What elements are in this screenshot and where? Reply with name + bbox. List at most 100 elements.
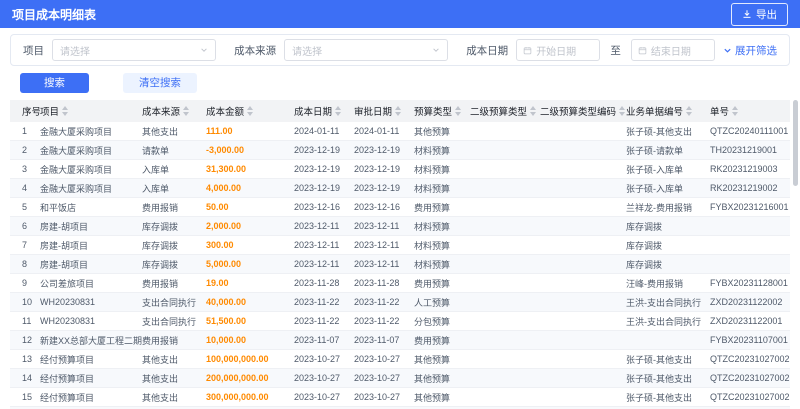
cell: 兰祥龙-费用报销 xyxy=(626,202,692,213)
sort-icon[interactable] xyxy=(619,106,626,116)
sort-icon[interactable] xyxy=(686,106,693,116)
cell: 8 xyxy=(22,259,28,269)
cell: 2023-12-11 xyxy=(294,221,340,231)
search-button[interactable]: 搜索 xyxy=(20,73,89,93)
cost-source-select[interactable]: 请选择 xyxy=(284,39,449,61)
table-row[interactable]: 8 房建-胡项目 库存调拨 5,000.00 2023-12-11 2023-12-11 材… xyxy=(10,255,790,274)
action-bar: 搜索 清空搜索 xyxy=(20,73,800,93)
cell: QTZC20231027002 xyxy=(710,354,790,364)
column-header[interactable]: 序号 xyxy=(10,104,40,118)
cell: 2 xyxy=(22,145,28,155)
table-row[interactable]: 4 金融大厦采购项目 入库单 4,000.00 2023-12-19 2023-12-19… xyxy=(10,179,790,198)
export-icon xyxy=(742,9,752,19)
table-row[interactable]: 15 经付预算项目 其他支出 300,000,000.00 2023-10-27 2023… xyxy=(10,388,790,407)
cell: 2023-10-27 xyxy=(294,373,341,383)
clear-search-button[interactable]: 清空搜索 xyxy=(123,73,197,93)
sort-icon[interactable] xyxy=(395,106,402,116)
table-row[interactable]: 5 和平饭店 费用报销 50.00 2023-12-16 2023-12-16 费用预算 兰祥… xyxy=(10,198,790,217)
column-header[interactable]: 成本来源 xyxy=(142,104,206,118)
cell: 2023-12-19 xyxy=(294,145,341,155)
cell: 2023-12-11 xyxy=(354,221,400,231)
sort-icon[interactable] xyxy=(530,106,537,116)
cell: 库存调拨 xyxy=(142,221,179,232)
column-header[interactable]: 项目 xyxy=(40,104,142,118)
table-row[interactable]: 10 WH20230831 支出合同执行 40,000.00 2023-11-22 202… xyxy=(10,293,790,312)
table-row[interactable]: 12 新建XX总部大厦工程二期 费用报销 10,000.00 2023-11-07 202… xyxy=(10,331,790,350)
date-end-placeholder: 结束日期 xyxy=(650,46,691,58)
cell: 房建-胡项目 xyxy=(40,221,88,232)
column-header[interactable]: 预算类型 xyxy=(414,104,470,118)
cell: 分包预算 xyxy=(414,316,451,327)
date-end-input[interactable]: 结束日期 xyxy=(630,39,715,61)
table-header-row: 序号 项目 成本来源 成本金额 成本日期 审批日期 预算类型 二级预算类型 二级预算类型编码 业务… xyxy=(10,100,790,122)
cell: 张子硕-其他支出 xyxy=(626,392,692,403)
column-header[interactable]: 审批日期 xyxy=(354,104,414,118)
sort-icon[interactable] xyxy=(335,106,342,116)
table-row[interactable]: 6 房建-胡项目 库存调拨 2,000.00 2023-12-11 2023-12-11 材… xyxy=(10,217,790,236)
cell: 公司差旅项目 xyxy=(40,278,95,289)
table-row[interactable]: 11 WH20230831 支出合同执行 51,500.00 2023-11-22 202… xyxy=(10,312,790,331)
cell: 库存调拨 xyxy=(626,240,663,251)
topbar: 项目成本明细表 导出 xyxy=(0,0,800,28)
cell: 2023-12-11 xyxy=(354,259,400,269)
table-row[interactable]: 9 公司差旅项目 费用报销 19.00 2023-11-28 2023-11-28 费用预算… xyxy=(10,274,790,293)
cell: FYBX20231128001 xyxy=(710,278,788,288)
column-label: 成本日期 xyxy=(294,107,333,118)
sort-icon[interactable] xyxy=(183,106,190,116)
cell: 31,300.00 xyxy=(206,164,247,174)
cell: 10,000.00 xyxy=(206,335,247,345)
cell: 2023-11-22 xyxy=(294,297,340,307)
cell: 费用预算 xyxy=(414,278,451,289)
cell: 2023-12-19 xyxy=(354,145,401,155)
cell: 张子硕-其他支出 xyxy=(626,126,692,137)
column-header[interactable]: 成本金额 xyxy=(206,104,294,118)
table-row[interactable]: 14 经付预算项目 其他支出 200,000,000.00 2023-10-27 2023… xyxy=(10,369,790,388)
cell: 2023-11-28 xyxy=(294,278,340,288)
column-header[interactable]: 业务单据编号 xyxy=(626,104,710,118)
expand-filter-label: 展开筛选 xyxy=(735,44,777,57)
sort-icon[interactable] xyxy=(455,106,462,116)
project-select[interactable]: 请选择 xyxy=(52,39,217,61)
column-header[interactable]: 二级预算类型 xyxy=(470,104,540,118)
cost-table: 序号 项目 成本来源 成本金额 成本日期 审批日期 预算类型 二级预算类型 二级预算类型编码 业务… xyxy=(10,100,790,409)
cost-source-label: 成本来源 xyxy=(234,44,277,57)
cell: 50.00 xyxy=(206,202,229,212)
cell: 5 xyxy=(22,202,28,212)
cell: 2023-12-11 xyxy=(294,259,340,269)
cell: 张子硕-其他支出 xyxy=(626,373,692,384)
column-header[interactable]: 成本日期 xyxy=(294,104,354,118)
cell: 其他支出 xyxy=(142,373,179,384)
sort-icon[interactable] xyxy=(732,106,739,116)
expand-filter-link[interactable]: 展开筛选 xyxy=(723,43,777,58)
date-start-input[interactable]: 开始日期 xyxy=(516,39,601,61)
calendar-icon xyxy=(638,46,647,55)
cell: 19.00 xyxy=(206,278,229,288)
export-button[interactable]: 导出 xyxy=(731,2,788,26)
cell: 金融大厦采购项目 xyxy=(40,164,113,175)
cell: 12 xyxy=(22,335,33,345)
cell: 300,000,000.00 xyxy=(206,392,269,402)
cell: 2023-10-27 xyxy=(354,354,401,364)
cell: ZXD20231122002 xyxy=(710,297,783,307)
vertical-scrollbar-thumb[interactable] xyxy=(793,100,798,186)
cell: 材料预算 xyxy=(414,183,451,194)
sort-icon[interactable] xyxy=(62,106,69,116)
cost-date-label: 成本日期 xyxy=(466,44,509,57)
table-row[interactable]: 2 金融大厦采购项目 请款单 -3,000.00 2023-12-19 2023-12-1… xyxy=(10,141,790,160)
table-row[interactable]: 3 金融大厦采购项目 入库单 31,300.00 2023-12-19 2023-12-1… xyxy=(10,160,790,179)
cell: 5,000.00 xyxy=(206,259,242,269)
sort-icon[interactable] xyxy=(247,106,254,116)
cell: 其他支出 xyxy=(142,354,179,365)
cell: 2023-11-07 xyxy=(294,335,340,345)
column-header[interactable]: 单号 xyxy=(710,104,790,118)
cell: 库存调拨 xyxy=(626,221,663,232)
table-row[interactable]: 13 经付预算项目 其他支出 100,000,000.00 2023-10-27 2023… xyxy=(10,350,790,369)
cell: 2024-01-11 xyxy=(294,126,340,136)
table-row[interactable]: 1 金融大厦采购项目 其他支出 111.00 2024-01-11 2024-01-11 其… xyxy=(10,122,790,141)
table-row[interactable]: 7 房建-胡项目 库存调拨 300.00 2023-12-11 2023-12-11 材料预… xyxy=(10,236,790,255)
cell: RK20231219002 xyxy=(710,183,778,193)
column-header[interactable]: 二级预算类型编码 xyxy=(540,104,626,118)
cell: 其他预算 xyxy=(414,354,451,365)
cell: 库存调拨 xyxy=(142,259,179,270)
cell: 库存调拨 xyxy=(626,259,663,270)
